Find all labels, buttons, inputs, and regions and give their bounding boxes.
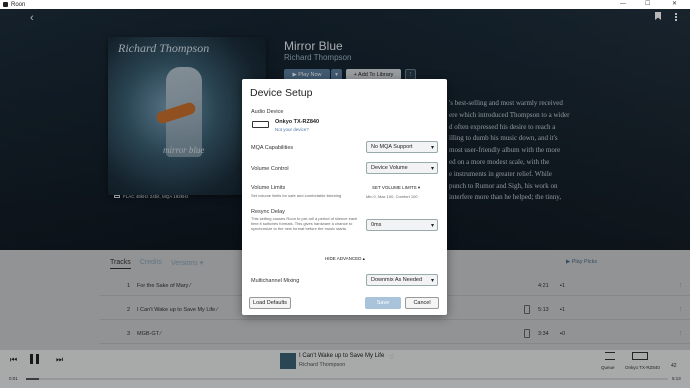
multichannel-mixing-value: Downmix As Needed [371,277,423,283]
not-your-device-link[interactable]: Not your device? [275,127,309,132]
chevron-down-icon: ▾ [430,145,434,151]
close-button[interactable]: ✕ [672,0,677,9]
resync-delay-label: Resync Delay [251,209,285,215]
multichannel-mixing-label: Multichannel Mixing [251,278,300,284]
window-title: Roon [11,1,26,8]
volume-control-select[interactable]: Device Volume ▾ [366,162,438,174]
volume-limits-label: Volume Limits [251,185,286,191]
roon-app-icon [3,2,8,7]
device-setup-dialog: Device Setup Audio Device Onkyo TX-RZ840… [242,79,447,315]
resync-delay-select[interactable]: 0ms ▾ [366,219,438,231]
cancel-button[interactable]: Cancel [405,297,439,309]
resync-delay-description: This setting causes Roon to pre-roll a p… [251,216,358,231]
mqa-capabilities-value: No MQA Support [371,144,413,150]
save-button[interactable]: Save [365,297,401,309]
device-icon [252,121,269,128]
chevron-down-icon: ▾ [430,166,434,172]
mqa-capabilities-select[interactable]: No MQA Support ▾ [366,141,438,153]
volume-limits-description: Set volume limits for safe and comfortab… [251,193,342,198]
device-name: Onkyo TX-RZ840 [275,119,320,125]
chevron-down-icon: ▾ [430,278,434,284]
maximize-button[interactable]: ☐ [645,0,650,9]
chevron-down-icon: ▾ [430,223,434,229]
volume-control-value: Device Volume [371,165,408,171]
resync-delay-value: 0ms [371,222,382,228]
set-volume-limits-button[interactable]: SET VOLUME LIMITS ▾ [372,185,420,191]
load-defaults-button[interactable]: Load Defaults [249,297,291,309]
volume-limits-values: Min 0, Max 100, Comfort 100 [366,194,418,199]
minimize-button[interactable]: — [620,0,626,9]
hide-advanced-button[interactable]: HIDE ADVANCED ▴ [325,256,365,262]
volume-control-label: Volume Control [251,166,289,172]
multichannel-mixing-select[interactable]: Downmix As Needed ▾ [366,274,438,286]
audio-device-label: Audio Device [251,109,284,115]
dialog-title: Device Setup [250,87,313,99]
title-bar: Roon — ☐ ✕ [0,0,690,9]
mqa-capabilities-label: MQA Capabilities [251,145,294,151]
